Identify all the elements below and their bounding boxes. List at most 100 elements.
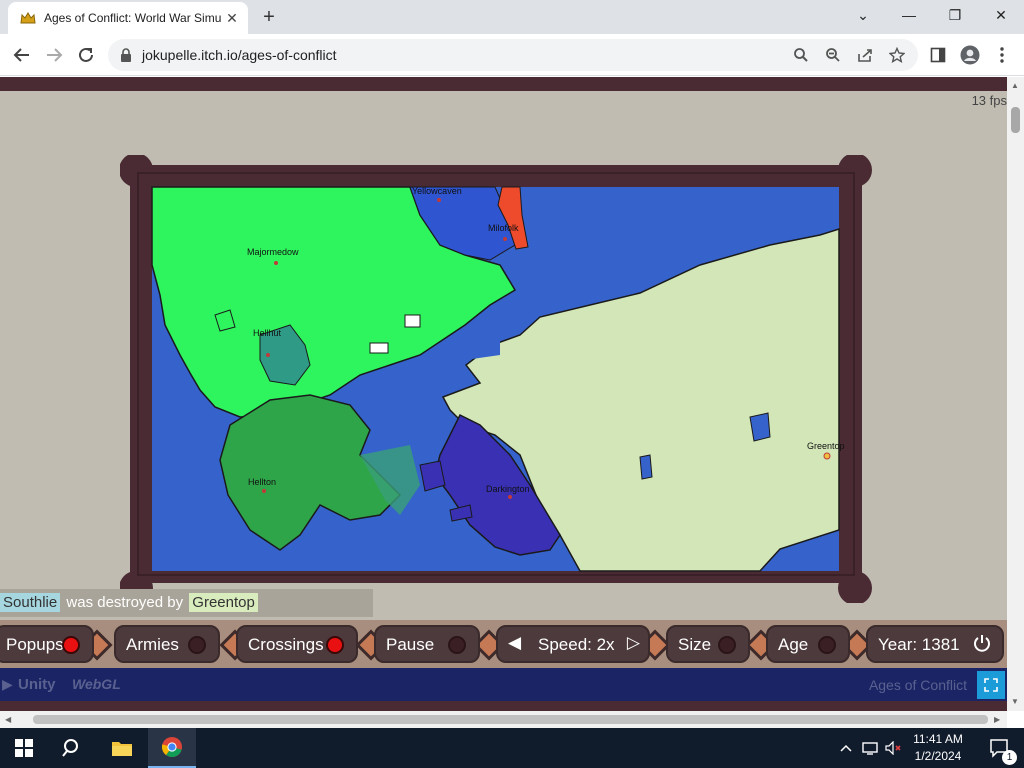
city-label-majormedow: Majormedow	[247, 247, 299, 257]
pause-toggle[interactable]: Pause	[374, 625, 480, 663]
restore-button[interactable]: ❐	[932, 0, 978, 30]
folder-icon	[112, 742, 132, 756]
side-panel-icon[interactable]	[926, 43, 950, 67]
fps-counter: 13 fps	[971, 93, 1007, 108]
chrome-taskbar-button[interactable]	[148, 728, 196, 768]
browser-tab[interactable]: Ages of Conflict: World War Simu ✕	[8, 2, 248, 34]
volume-muted-icon[interactable]	[882, 728, 906, 768]
power-icon[interactable]	[972, 633, 992, 658]
notification-center-button[interactable]: 1	[976, 728, 1024, 768]
share-icon[interactable]	[856, 46, 874, 64]
page-bottom-border	[0, 701, 1007, 711]
search-icon[interactable]	[792, 46, 810, 64]
year-display: Year: 1381	[866, 625, 1004, 663]
search-taskbar-button[interactable]	[48, 728, 96, 768]
forward-arrow-icon	[47, 48, 63, 62]
reload-button[interactable]	[74, 43, 98, 67]
pause-label: Pause	[386, 635, 435, 654]
log-victim-nation: Southlie	[0, 593, 61, 612]
size-label: Size	[678, 635, 712, 654]
lock-icon	[121, 48, 131, 62]
reload-icon	[79, 47, 93, 62]
pause-indicator	[448, 636, 466, 654]
start-button[interactable]	[0, 728, 48, 768]
address-bar[interactable]: jokupelle.itch.io/ages-of-conflict	[108, 39, 918, 71]
back-arrow-icon	[13, 48, 29, 62]
new-tab-button[interactable]: +	[258, 6, 280, 28]
tab-search-icon[interactable]: ⌄	[840, 0, 886, 30]
page-top-border	[0, 77, 1007, 91]
speed-increase-icon[interactable]: ▷	[627, 633, 640, 653]
year-label: Year: 1381	[878, 635, 960, 654]
city-label-milofolk: Milofolk	[488, 223, 519, 233]
scroll-right-icon[interactable]: ▶	[994, 715, 1000, 724]
game-controls-bar: Popups Armies Crossings Pause ◀ Speed: 2…	[0, 620, 1007, 668]
scroll-left-icon[interactable]: ◀	[5, 715, 11, 724]
speed-label: Speed: 2x	[538, 635, 615, 654]
tray-chevron-icon[interactable]	[834, 728, 858, 768]
armies-toggle[interactable]: Armies	[114, 625, 220, 663]
forward-button[interactable]	[42, 43, 66, 67]
search-icon	[62, 739, 78, 757]
game-page: 13 fps Yellowcaven Milofolk Majormedow H…	[0, 77, 1007, 711]
log-attacker-nation: Greentop	[189, 593, 258, 612]
close-tab-icon[interactable]: ✕	[224, 10, 240, 26]
unity-footer: ▶ Unity WebGL Ages of Conflict	[0, 668, 1007, 701]
size-indicator	[718, 636, 736, 654]
event-log: Southlie was destroyed by Greentop	[0, 589, 373, 617]
notification-count: 1	[1002, 750, 1017, 765]
windows-logo-icon	[15, 739, 33, 757]
crossings-label: Crossings	[248, 635, 324, 654]
clock-date: 1/2/2024	[914, 749, 962, 763]
windows-taskbar: 11:41 AM 1/2/2024 1	[0, 728, 1024, 768]
browser-menu-icon[interactable]	[990, 43, 1014, 67]
clock-time: 11:41 AM	[913, 732, 963, 746]
crossings-toggle[interactable]: Crossings	[236, 625, 358, 663]
profile-avatar-icon[interactable]	[958, 43, 982, 67]
popups-indicator	[62, 636, 80, 654]
armies-indicator	[188, 636, 206, 654]
world-map[interactable]: Yellowcaven Milofolk Majormedow Hellhut …	[120, 155, 872, 603]
speed-control: ◀ Speed: 2x ▷	[496, 625, 650, 663]
popups-toggle[interactable]: Popups	[0, 625, 94, 663]
webgl-logo: WebGL	[72, 676, 121, 692]
browser-toolbar: jokupelle.itch.io/ages-of-conflict	[0, 34, 1024, 76]
crossings-indicator	[326, 636, 344, 654]
expand-icon	[984, 678, 998, 692]
file-explorer-button[interactable]	[98, 728, 146, 768]
speed-decrease-icon[interactable]: ◀	[508, 633, 521, 653]
fullscreen-button[interactable]	[977, 671, 1005, 699]
vertical-scroll-thumb[interactable]	[1011, 107, 1020, 133]
browser-tab-strip: Ages of Conflict: World War Simu ✕ + ⌄ —…	[0, 0, 1024, 34]
armies-label: Armies	[126, 635, 179, 654]
unity-logo: Unity	[18, 676, 56, 693]
zoom-out-icon[interactable]	[824, 46, 842, 64]
age-indicator	[818, 636, 836, 654]
bookmark-star-icon[interactable]	[888, 46, 906, 64]
network-icon[interactable]	[858, 728, 882, 768]
city-label-hellton: Hellton	[248, 477, 276, 487]
close-window-button[interactable]: ✕	[978, 0, 1024, 30]
scroll-down-icon[interactable]: ▼	[1011, 697, 1019, 706]
popups-label: Popups	[6, 635, 64, 654]
crown-icon	[20, 12, 36, 24]
system-clock[interactable]: 11:41 AM 1/2/2024	[905, 731, 971, 765]
size-toggle[interactable]: Size	[666, 625, 750, 663]
horizontal-scroll-thumb[interactable]	[33, 715, 988, 724]
minimize-button[interactable]: —	[886, 0, 932, 30]
city-label-greentop: Greentop	[807, 441, 845, 451]
horizontal-scrollbar[interactable]: ◀ ▶	[0, 711, 1007, 728]
city-label-darkington: Darkington	[486, 484, 530, 494]
log-message: was destroyed by	[66, 594, 184, 611]
city-label-yellowcaven: Yellowcaven	[412, 186, 462, 196]
city-label-hellhut: Hellhut	[253, 328, 282, 338]
age-label: Age	[778, 635, 809, 654]
vertical-scrollbar[interactable]: ▲ ▼	[1007, 77, 1024, 711]
chrome-icon	[161, 737, 182, 758]
age-toggle[interactable]: Age	[766, 625, 850, 663]
back-button[interactable]	[10, 43, 34, 67]
footer-game-title: Ages of Conflict	[868, 677, 967, 693]
url-text: jokupelle.itch.io/ages-of-conflict	[142, 47, 337, 63]
unity-arrow-icon: ▶	[2, 676, 13, 692]
scroll-up-icon[interactable]: ▲	[1011, 81, 1019, 90]
